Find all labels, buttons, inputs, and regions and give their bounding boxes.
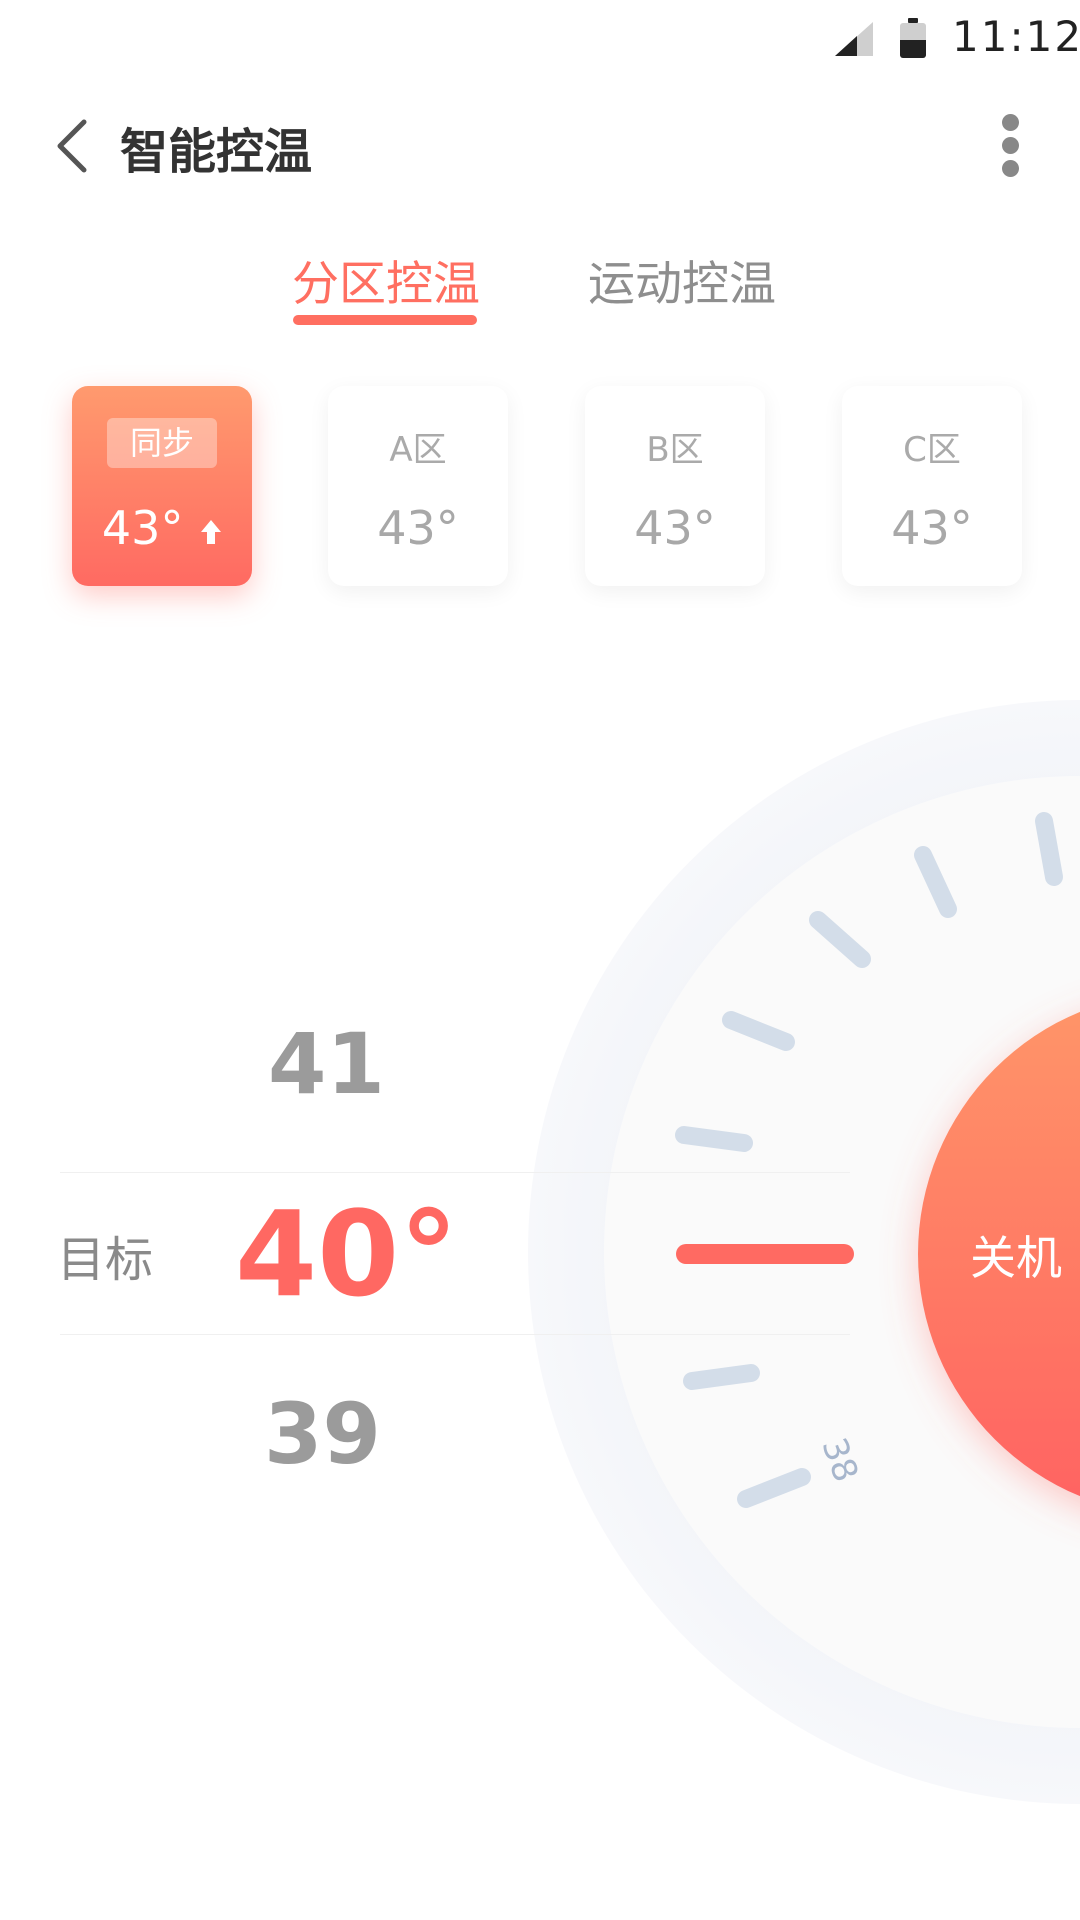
picker-value-below[interactable]: 39 <box>264 1385 381 1483</box>
target-value[interactable]: 40° <box>235 1185 458 1323</box>
picker-divider-top <box>60 1172 850 1173</box>
picker-value-above[interactable]: 41 <box>268 1015 385 1113</box>
temperature-dial[interactable] <box>0 0 1080 1920</box>
picker-divider-bottom <box>60 1334 850 1335</box>
power-button-label[interactable]: 关机 <box>970 1222 1062 1288</box>
target-label: 目标 <box>57 1232 154 1288</box>
